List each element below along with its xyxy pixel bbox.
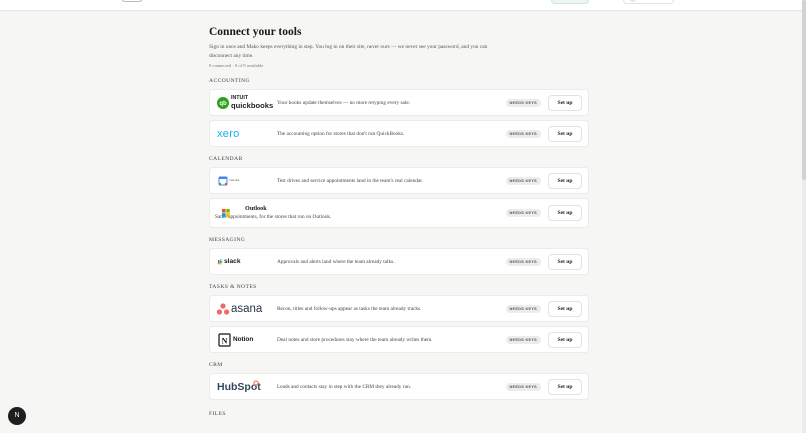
section-calendar: CALENDAR — [209, 156, 243, 162]
integration-card-quickbooks: qb INTUIT quickbooks Your books update t… — [209, 89, 589, 116]
section-crm: CRM — [209, 362, 223, 368]
xero-logo-icon: xero — [217, 127, 240, 140]
setup-button[interactable]: Set up — [548, 94, 582, 111]
microsoft-logo-icon — [216, 205, 242, 221]
status-badge: NEEDS KEYS — [505, 257, 541, 266]
quickbooks-description: Your books update themselves — no more r… — [277, 99, 411, 106]
outlook-text: Outlook Same appointments, for the store… — [215, 205, 331, 221]
svg-text:N: N — [222, 336, 228, 345]
setup-button[interactable]: Set up — [548, 205, 582, 221]
integration-card-hubspot: HubSpot Leads and contacts stay in step … — [209, 373, 589, 400]
integration-card-asana: asana Recon, titles and follow-ups appea… — [209, 295, 589, 322]
section-files: FILES — [209, 411, 226, 417]
setup-button[interactable]: Set up — [548, 331, 582, 348]
integration-card-outlook: Outlook Same appointments, for the store… — [209, 198, 589, 228]
outlook-title: Outlook — [245, 205, 267, 212]
connected-count: 0 connected · 0 of 9 available — [209, 63, 264, 68]
hubspot-logo-icon: HubSpot — [217, 379, 261, 393]
setup-button[interactable]: Set up — [548, 378, 582, 395]
asana-description: Recon, titles and follow-ups appear as t… — [277, 305, 422, 312]
section-accounting: ACCOUNTING — [209, 78, 250, 84]
setup-button[interactable]: Set up — [548, 125, 582, 142]
integration-card-notion: N Notion Deal notes and store procedures… — [209, 326, 589, 353]
section-tasks-notes: TASKS & NOTES — [209, 284, 257, 290]
status-badge: NEEDS KEYS — [505, 382, 541, 391]
app-logo[interactable] — [121, 0, 143, 2]
setup-button[interactable]: Set up — [548, 172, 582, 189]
avatar — [630, 0, 636, 2]
top-action-button[interactable] — [551, 0, 589, 4]
setup-button[interactable]: Set up — [548, 253, 582, 270]
scrollbar-thumb[interactable] — [802, 0, 806, 180]
xero-description: The accounting option for stores that do… — [277, 130, 405, 137]
account-menu[interactable] — [623, 0, 674, 4]
integration-card-slack: slack Approvals and alerts land where th… — [209, 248, 589, 275]
slack-description: Approvals and alerts land where the team… — [277, 258, 395, 265]
help-button[interactable]: N — [8, 407, 26, 425]
integrations-page: Connect your tools Sign in once and Mako… — [209, 25, 589, 418]
page-subtitle: Sign in once and Mako keeps everything i… — [209, 44, 488, 59]
status-badge: NEEDS KEYS — [505, 335, 541, 344]
notion-logo-icon: N Notion — [216, 332, 274, 348]
quickbooks-logo-icon: qb INTUIT quickbooks — [216, 95, 274, 111]
svg-text:qb: qb — [219, 101, 227, 107]
asana-logo-icon: asana — [216, 301, 274, 317]
status-badge: NEEDS KEYS — [505, 176, 541, 185]
integration-card-xero: xero The accounting option for stores th… — [209, 120, 589, 147]
status-badge: NEEDS KEYS — [505, 98, 541, 107]
quickbooks-logo-bottom: quickbooks — [231, 100, 274, 110]
google-calendar-description: Test drives and service appointments lan… — [277, 177, 424, 184]
google-calendar-logo-icon: Calendar — [216, 173, 274, 189]
status-badge: NEEDS KEYS — [505, 304, 541, 313]
integration-card-google-calendar: Calendar Test drives and service appoint… — [209, 167, 589, 194]
page-title: Connect your tools — [209, 26, 302, 38]
top-bar — [0, 0, 806, 11]
slack-logo-icon: slack — [216, 254, 274, 270]
status-badge: NEEDS KEYS — [505, 129, 541, 138]
section-messaging: MESSAGING — [209, 237, 246, 243]
status-badge: NEEDS KEYS — [505, 209, 541, 217]
notion-description: Deal notes and store procedures stay whe… — [277, 336, 433, 343]
scrollbar[interactable] — [802, 0, 806, 433]
setup-button[interactable]: Set up — [548, 300, 582, 317]
hubspot-description: Leads and contacts stay in step with the… — [277, 383, 412, 390]
